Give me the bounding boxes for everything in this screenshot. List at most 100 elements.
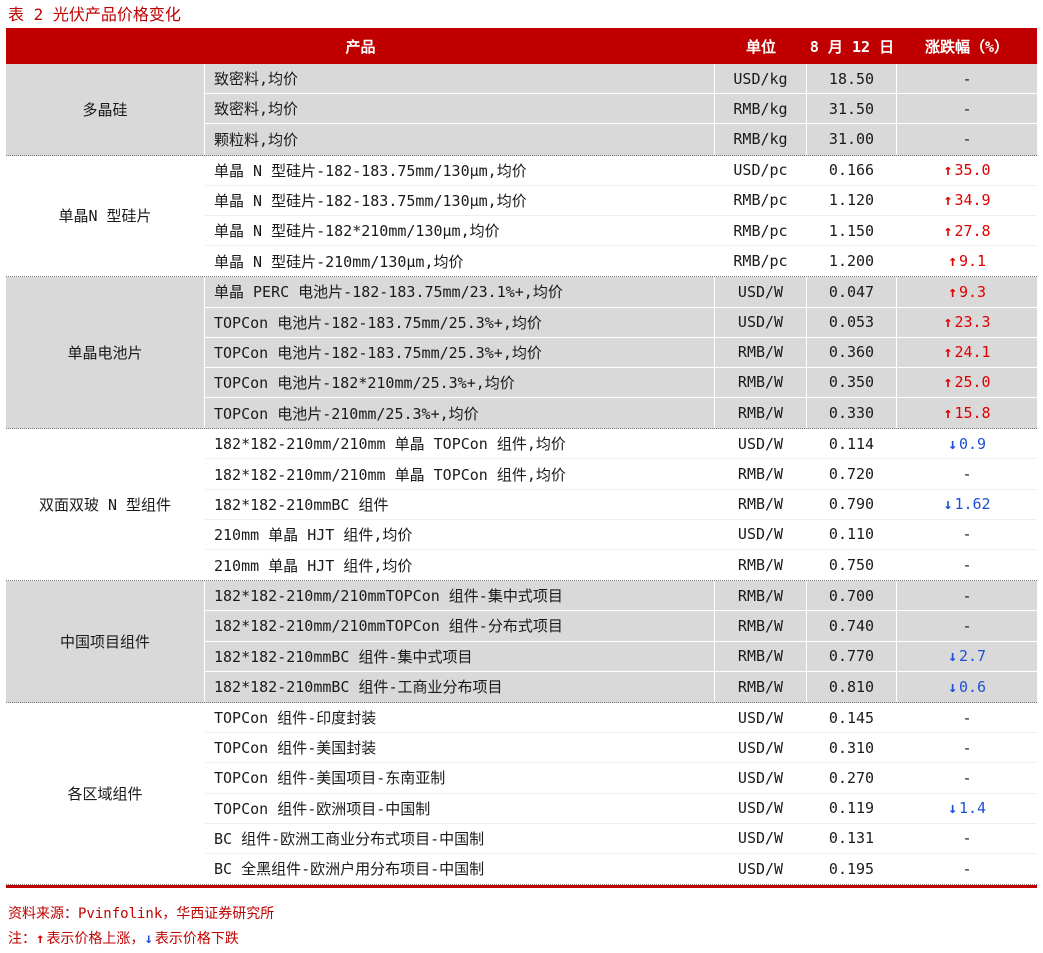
price-cell: 0.700 (807, 581, 897, 611)
unit-cell: RMB/kg (715, 124, 807, 155)
table-row: BC 全黑组件-欧洲户用分布项目-中国制 USD/W 0.195 - (205, 853, 1037, 885)
product-cell: 182*182-210mmBC 组件-集中式项目 (205, 641, 715, 671)
arrow-down-icon: ↓ (947, 434, 957, 453)
table-title: 表 2 光伏产品价格变化 (8, 5, 181, 24)
change-value: - (962, 768, 972, 787)
product-cell: TOPCon 组件-欧洲项目-中国制 (205, 793, 715, 823)
product-cell: 182*182-210mmBC 组件 (205, 489, 715, 519)
change-cell: ↑ 35.0 (897, 156, 1037, 185)
unit-cell: USD/W (715, 853, 807, 885)
arrow-up-icon: ↑ (947, 282, 957, 301)
arrow-up-icon: ↑ (943, 191, 953, 210)
group-name: 单晶N 型硅片 (6, 155, 205, 277)
price-cell: 0.166 (807, 155, 897, 185)
header-unit: 单位 (745, 37, 776, 56)
product-cell: 182*182-210mm/210mm 单晶 TOPCon 组件,均价 (205, 459, 715, 489)
table-group: 双面双玻 N 型组件 182*182-210mm/210mm 单晶 TOPCon … (6, 429, 1037, 582)
price-cell: 1.150 (807, 215, 897, 246)
table-group: 单晶电池片 单晶 PERC 电池片-182-183.75mm/23.1%+,均价 U… (6, 277, 1037, 430)
unit-cell: USD/kg (715, 64, 807, 94)
change-cell: ↓ 1.4 (897, 794, 1037, 823)
group-name: 单晶电池片 (6, 277, 205, 429)
change-value: 9.3 (958, 282, 987, 301)
product-cell: 单晶 N 型硅片-210mm/130μm,均价 (205, 246, 715, 277)
price-cell: 0.119 (807, 793, 897, 823)
unit-cell: RMB/W (715, 581, 807, 611)
group-name: 各区域组件 (6, 702, 205, 885)
change-cell: ↓ 1.62 (897, 490, 1037, 519)
unit-cell: RMB/W (715, 489, 807, 519)
product-cell: 致密料,均价 (205, 64, 715, 94)
table-row: 单晶 N 型硅片-182-183.75mm/130μm,均价 USD/pc 0.16… (205, 155, 1037, 186)
price-cell: 0.310 (807, 733, 897, 763)
product-cell: 单晶 PERC 电池片-182-183.75mm/23.1%+,均价 (205, 277, 715, 307)
change-cell: ↑ 24.1 (897, 338, 1037, 367)
change-cell: - (897, 94, 1037, 123)
table-row: 182*182-210mmBC 组件-集中式项目 RMB/W 0.770 ↓ 2.7 (205, 641, 1037, 672)
legend-up-text: 表示价格上涨， (46, 931, 145, 947)
arrow-up-icon: ↑ (943, 343, 953, 362)
product-cell: TOPCon 电池片-210mm/25.3%+,均价 (205, 398, 715, 429)
product-cell: 单晶 N 型硅片-182-183.75mm/130μm,均价 (205, 185, 715, 215)
arrow-down-icon: ↓ (943, 495, 953, 514)
table-bottom-rule (6, 885, 1037, 889)
price-cell: 0.145 (807, 702, 897, 733)
table-group: 多晶硅 致密料,均价 USD/kg 18.50- 致密料,均价 RMB/kg 31.50- 颗… (6, 64, 1037, 156)
unit-cell: USD/pc (715, 155, 807, 185)
table-row: 210mm 单晶 HJT 组件,均价 RMB/W 0.750 - (205, 550, 1037, 581)
change-cell: - (897, 550, 1037, 580)
product-cell: 182*182-210mm/210mmTOPCon 组件-分布式项目 (205, 611, 715, 641)
price-cell: 0.790 (807, 489, 897, 519)
table-row: TOPCon 组件-印度封装 USD/W 0.145 - (205, 702, 1037, 734)
price-cell: 0.750 (807, 550, 897, 581)
product-cell: 210mm 单晶 HJT 组件,均价 (205, 550, 715, 581)
change-cell: ↑ 27.8 (897, 216, 1037, 245)
product-cell: 致密料,均价 (205, 94, 715, 124)
change-value: - (962, 465, 972, 484)
product-cell: 颗粒料,均价 (205, 124, 715, 155)
source-note: 资料来源：Pvinfolink，华西证券研究所 (8, 906, 275, 922)
change-cell: - (897, 824, 1037, 853)
unit-cell: USD/W (715, 307, 807, 337)
table-row: 182*182-210mm/210mm 单晶 TOPCon 组件,均价 RMB/W… (205, 459, 1037, 490)
arrow-down-icon: ↓ (144, 931, 153, 947)
legend-down-text: 表示价格下跌 (154, 931, 239, 947)
change-cell: ↑ 25.0 (897, 368, 1037, 397)
table-row: 单晶 N 型硅片-182*210mm/130μm,均价 RMB/pc 1.150 ↑ 2… (205, 215, 1037, 247)
change-value: - (962, 586, 972, 605)
product-cell: 182*182-210mm/210mmTOPCon 组件-集中式项目 (205, 581, 715, 611)
legend-prefix: 注： (8, 931, 36, 947)
price-cell: 0.810 (807, 671, 897, 702)
change-cell: ↑ 9.3 (897, 277, 1037, 306)
change-cell: ↑ 9.1 (897, 246, 1037, 276)
unit-cell: RMB/W (715, 398, 807, 429)
change-value: 35.0 (954, 161, 991, 180)
change-value: 0.6 (958, 677, 987, 696)
change-value: 27.8 (954, 221, 991, 240)
unit-cell: RMB/pc (715, 215, 807, 246)
price-cell: 0.330 (807, 398, 897, 429)
group-name: 双面双玻 N 型组件 (6, 429, 205, 581)
arrow-down-icon: ↓ (947, 677, 957, 696)
change-cell: - (897, 581, 1037, 610)
unit-cell: USD/W (715, 429, 807, 459)
table-group: 单晶N 型硅片 单晶 N 型硅片-182-183.75mm/130μm,均价 USD… (6, 155, 1037, 278)
change-value: 15.8 (954, 404, 991, 423)
table-body: 多晶硅 致密料,均价 USD/kg 18.50- 致密料,均价 RMB/kg 31.50- 颗… (6, 64, 1037, 886)
table-row: 210mm 单晶 HJT 组件,均价 USD/W 0.110 - (205, 519, 1037, 550)
change-value: 9.1 (958, 252, 987, 271)
unit-cell: RMB/pc (715, 185, 807, 215)
unit-cell: RMB/kg (715, 94, 807, 124)
price-cell: 0.053 (807, 307, 897, 337)
change-value: 24.1 (954, 343, 991, 362)
unit-cell: RMB/W (715, 367, 807, 398)
table-row: TOPCon 组件-美国项目-东南亚制 USD/W 0.270 - (205, 763, 1037, 794)
unit-cell: RMB/pc (715, 246, 807, 277)
product-cell: 182*182-210mmBC 组件-工商业分布项目 (205, 671, 715, 702)
product-cell: BC 组件-欧洲工商业分布式项目-中国制 (205, 823, 715, 853)
product-cell: BC 全黑组件-欧洲户用分布项目-中国制 (205, 853, 715, 885)
product-cell: 182*182-210mm/210mm 单晶 TOPCon 组件,均价 (205, 429, 715, 459)
change-value: 2.7 (958, 647, 987, 666)
table-row: TOPCon 电池片-210mm/25.3%+,均价 RMB/W 0.330 ↑ 15.… (205, 398, 1037, 429)
change-value: - (962, 738, 972, 757)
